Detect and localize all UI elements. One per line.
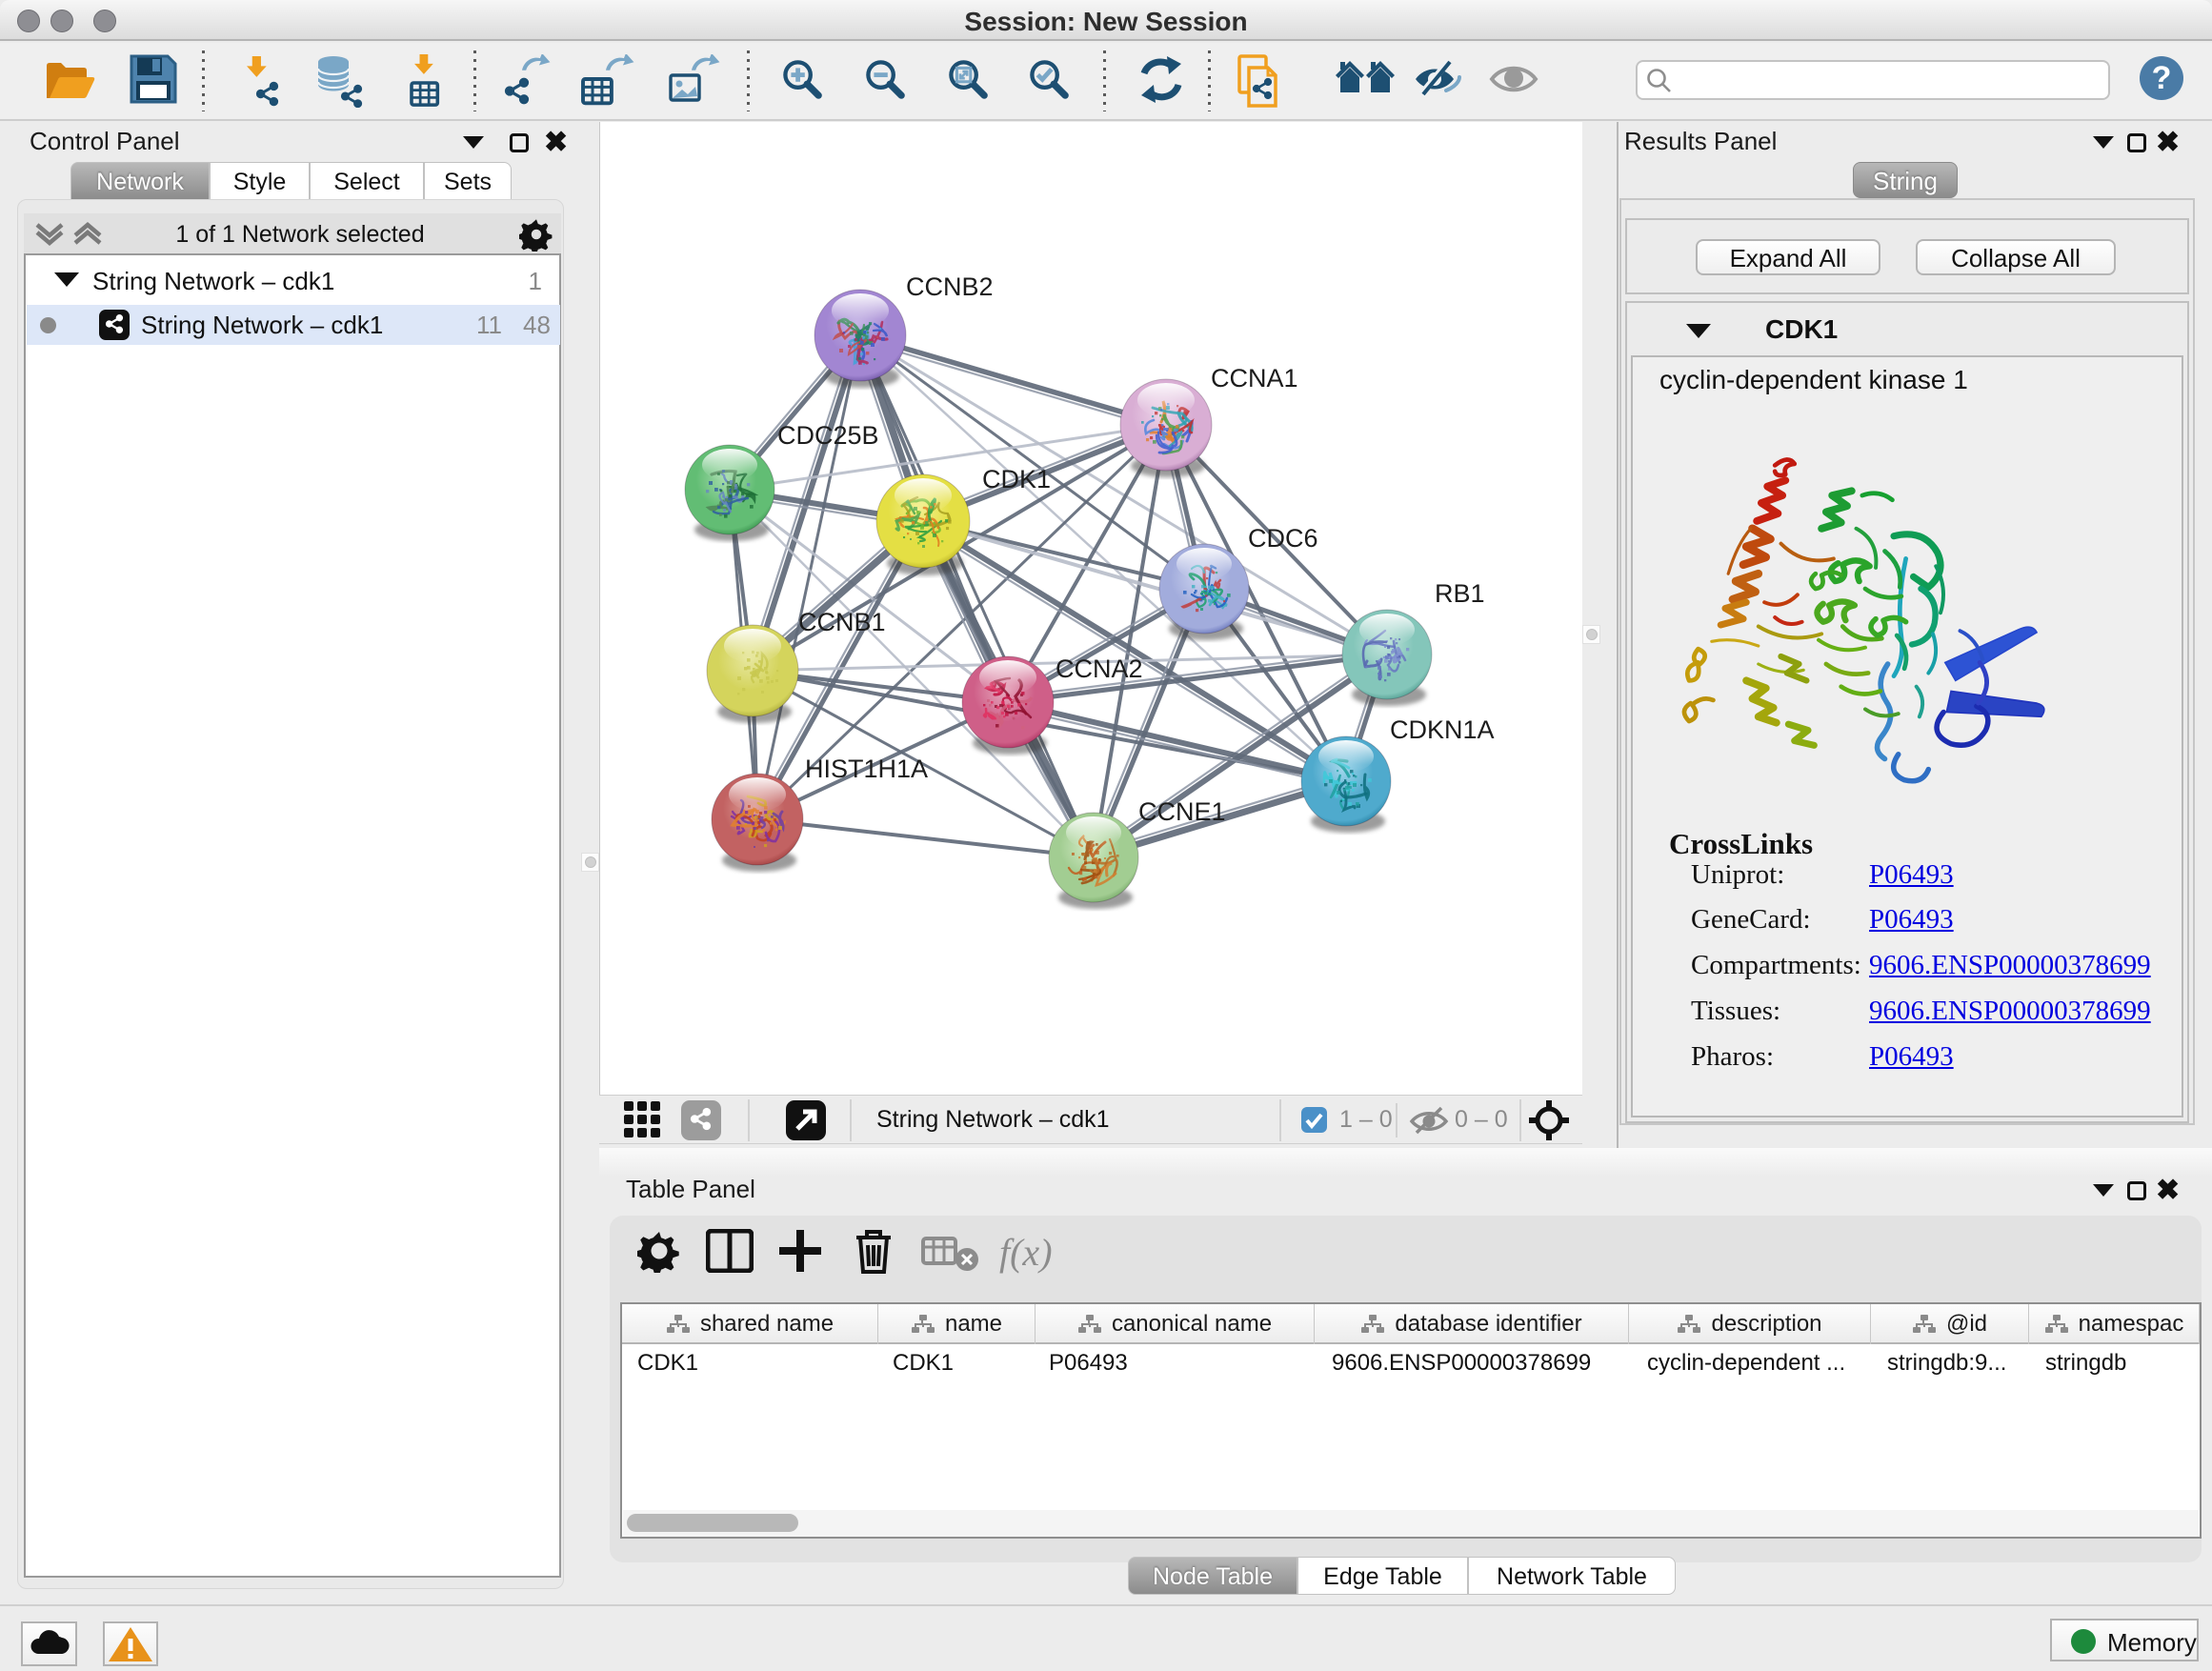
svg-text:RB1: RB1	[1435, 579, 1485, 608]
svg-text:CCNB1: CCNB1	[798, 608, 886, 636]
svg-text:CDC6: CDC6	[1248, 524, 1318, 553]
svg-text:CCNA2: CCNA2	[1056, 654, 1143, 683]
svg-text:CCNB2: CCNB2	[906, 272, 994, 301]
svg-text:CCNE1: CCNE1	[1138, 797, 1226, 826]
svg-text:HIST1H1A: HIST1H1A	[805, 755, 928, 783]
svg-text:CCNA1: CCNA1	[1211, 364, 1298, 393]
svg-text:CDKN1A: CDKN1A	[1390, 715, 1495, 744]
svg-text:CDK1: CDK1	[982, 465, 1051, 493]
svg-text:CDC25B: CDC25B	[777, 421, 879, 450]
